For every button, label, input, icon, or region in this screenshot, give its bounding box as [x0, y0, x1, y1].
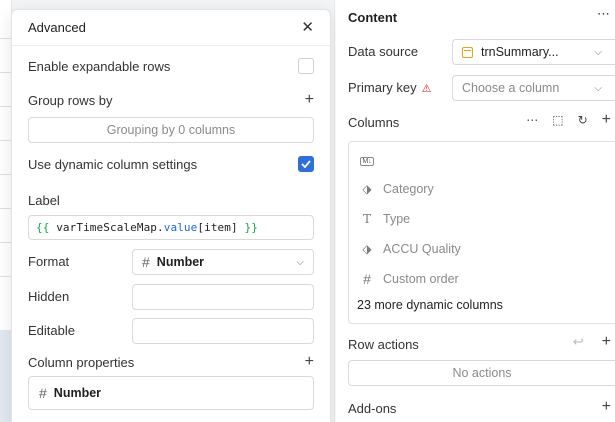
hidden-row: Hidden	[28, 284, 314, 310]
column-name: ACCU Quality	[383, 242, 461, 256]
column-name: Type	[383, 212, 411, 226]
editable-input[interactable]	[132, 318, 314, 344]
label-field-label: Label	[28, 193, 60, 208]
chevron-down-icon: ⌵	[594, 82, 602, 94]
hash-icon: #	[363, 271, 371, 287]
list-item[interactable]: ⬗ Category	[359, 179, 434, 199]
group-rows-by-label: Group rows by	[28, 92, 113, 108]
column-properties-label: Column properties	[28, 354, 135, 370]
list-item[interactable]: # Custom order	[359, 269, 459, 289]
markdown-icon: M↓	[360, 157, 374, 166]
add-addon-icon[interactable]: +	[602, 399, 611, 415]
column-properties-row: Column properties +	[28, 354, 314, 370]
dynamic-columns-row: Use dynamic column settings	[28, 156, 314, 172]
row-actions-empty: No actions	[348, 360, 615, 386]
add-group-icon[interactable]: +	[305, 92, 314, 108]
editable-label: Editable	[28, 323, 75, 338]
enable-expandable-rows-checkbox[interactable]	[298, 58, 314, 74]
column-name: Custom order	[383, 272, 459, 286]
row-actions-header: Row actions ↩ +	[348, 334, 615, 354]
editable-row: Editable	[28, 318, 314, 344]
column-property-name: Number	[53, 386, 102, 400]
format-row: Format # Number ⌵	[28, 249, 314, 275]
warning-icon: ⚠	[421, 83, 432, 95]
data-source-select[interactable]: trnSummary... ⌵	[452, 39, 615, 65]
primary-key-label: Primary key ⚠	[348, 80, 432, 95]
label-code-input[interactable]: {{ varTimeScaleMap. value [item] }}	[28, 215, 314, 240]
undo-icon[interactable]: ↩	[573, 334, 584, 350]
dynamic-columns-label: Use dynamic column settings	[28, 156, 198, 172]
dynamic-columns-checkbox[interactable]	[298, 156, 314, 172]
code-dot: .	[157, 221, 164, 234]
code-identifier: varTimeScaleMap	[56, 221, 158, 234]
more-columns-link[interactable]: 23 more dynamic columns	[357, 298, 503, 312]
data-source-value: trnSummary...	[481, 45, 559, 59]
add-row-action-icon[interactable]: +	[602, 334, 611, 350]
tag-icon: ⬗	[362, 182, 372, 196]
inspector-panel: Content ⋯ Data source trnSummary... ⌵ Pr…	[336, 0, 615, 422]
add-column-icon[interactable]: +	[602, 112, 611, 128]
label-row: Label	[28, 193, 314, 208]
code-open-brace: {{	[36, 221, 50, 234]
text-type-icon: T	[362, 212, 371, 226]
primary-key-select[interactable]: Choose a column ⌵	[452, 75, 615, 101]
data-source-label: Data source	[348, 44, 419, 59]
tag-icon: ⬗	[362, 242, 372, 256]
list-item[interactable]: T Type	[359, 209, 410, 229]
columns-list: M↓ ⬗ Category T Type ⬗ ACCU Quality # Cu…	[348, 141, 615, 324]
column-name: Category	[383, 182, 434, 196]
primary-key-text: Primary key	[348, 80, 417, 95]
primary-key-row: Primary key ⚠ Choose a column ⌵	[348, 75, 615, 101]
refresh-icon[interactable]: ↻	[578, 113, 588, 127]
add-ons-label: Add-ons	[348, 401, 397, 416]
chevron-down-icon: ⌵	[594, 46, 602, 58]
group-rows-by-row: Group rows by +	[28, 92, 314, 108]
code-close-brace: }}	[244, 221, 258, 234]
code-index: [item]	[197, 221, 238, 234]
hash-icon: #	[39, 385, 47, 401]
more-options-icon[interactable]: ⋯	[597, 6, 611, 22]
format-select[interactable]: # Number ⌵	[132, 249, 314, 275]
code-property: value	[163, 221, 198, 234]
panel-title: Content	[348, 10, 398, 25]
column-property-item[interactable]: # Number	[28, 376, 314, 410]
hidden-input[interactable]	[132, 284, 314, 310]
primary-key-placeholder: Choose a column	[462, 81, 560, 95]
hash-icon: #	[142, 254, 150, 270]
query-icon	[462, 46, 473, 58]
columns-header: Columns ⋯ ⬚ ↻ +	[348, 112, 615, 132]
list-item[interactable]: M↓	[359, 149, 383, 169]
add-property-icon[interactable]: +	[305, 354, 314, 370]
columns-label: Columns	[348, 115, 400, 130]
format-label: Format	[28, 254, 70, 269]
close-icon[interactable]: ✕	[301, 20, 314, 35]
add-ons-header: Add-ons +	[348, 398, 615, 418]
checkmark-icon	[301, 160, 311, 168]
hover-pointer-icon[interactable]: ⬚	[552, 113, 563, 127]
grouping-field[interactable]: Grouping by 0 columns	[28, 117, 314, 143]
advanced-modal: Advanced ✕ Enable expandable rows Group …	[11, 9, 331, 422]
more-options-icon[interactable]: ⋯	[526, 113, 538, 127]
row-actions-toolbar: ↩ +	[573, 334, 611, 350]
modal-title: Advanced	[28, 20, 86, 35]
modal-header: Advanced ✕	[12, 10, 330, 46]
enable-expandable-rows-label: Enable expandable rows	[28, 58, 171, 74]
enable-expandable-rows-row: Enable expandable rows	[28, 58, 314, 74]
chevron-down-icon: ⌵	[296, 256, 304, 268]
list-item[interactable]: ⬗ ACCU Quality	[359, 239, 461, 259]
format-value: Number	[156, 255, 205, 269]
no-actions-text: No actions	[452, 366, 512, 380]
row-actions-label: Row actions	[348, 337, 419, 352]
columns-toolbar: ⋯ ⬚ ↻ +	[526, 112, 611, 128]
grouping-value: Grouping by 0 columns	[106, 123, 236, 137]
hidden-label: Hidden	[28, 289, 70, 304]
data-source-row: Data source trnSummary... ⌵	[348, 39, 615, 65]
